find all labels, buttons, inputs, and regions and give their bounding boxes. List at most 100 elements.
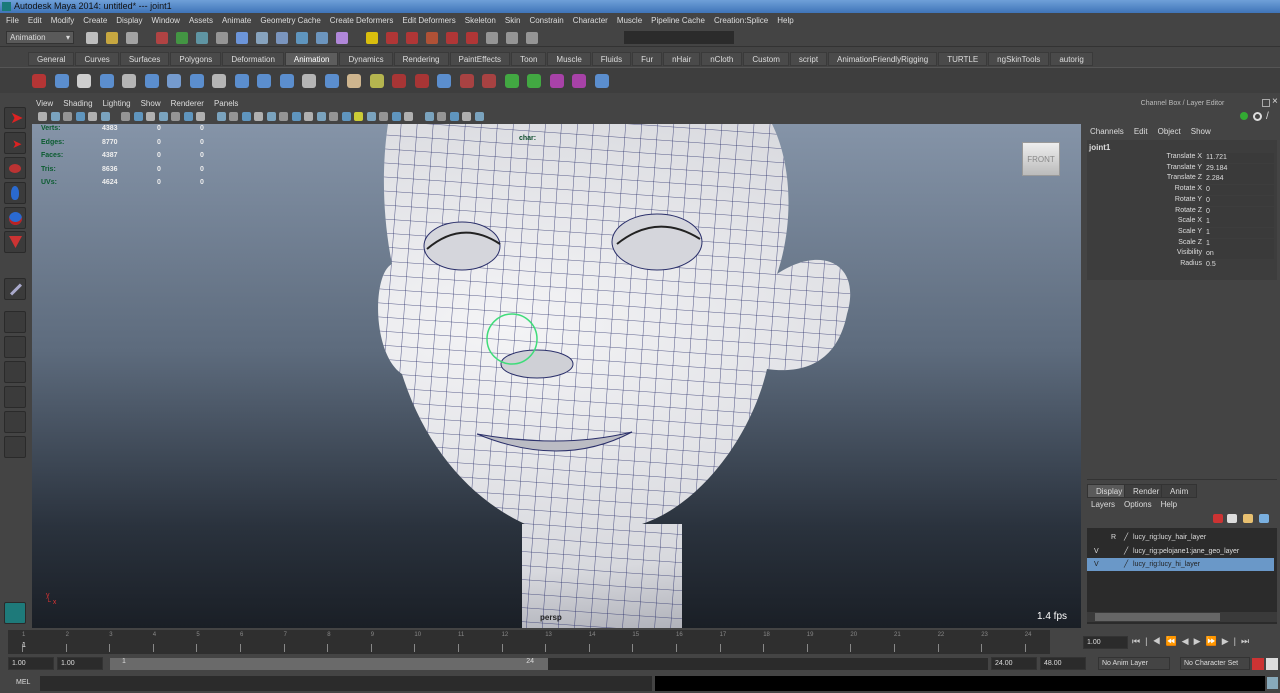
viewport-tool-icon[interactable] bbox=[216, 112, 226, 121]
shelf-tab-autorig[interactable]: autorig bbox=[1050, 52, 1093, 66]
layout-outliner-icon[interactable] bbox=[4, 386, 26, 408]
shelf-button-icon[interactable] bbox=[32, 74, 46, 88]
current-frame-marker[interactable]: 1 bbox=[22, 642, 26, 649]
auto-key-icon[interactable] bbox=[1252, 658, 1264, 670]
joint-tool-icon[interactable] bbox=[4, 278, 26, 300]
status-tool-icon[interactable] bbox=[366, 32, 378, 44]
shelf-tab-fur[interactable]: Fur bbox=[632, 52, 663, 66]
channel-label[interactable]: Translate Y bbox=[1167, 164, 1202, 171]
channel-menu-object[interactable]: Object bbox=[1158, 127, 1181, 136]
menu-skeleton[interactable]: Skeleton bbox=[465, 13, 496, 29]
pin-icon[interactable]: / bbox=[1266, 111, 1269, 122]
channel-value[interactable]: on bbox=[1204, 249, 1274, 260]
status-tool-icon[interactable] bbox=[526, 32, 538, 44]
layer-scrollbar[interactable] bbox=[1087, 612, 1277, 622]
channel-label[interactable]: Radius bbox=[1180, 260, 1202, 267]
viewport-menu-view[interactable]: View bbox=[36, 98, 53, 110]
viewport-tool-icon[interactable] bbox=[391, 112, 401, 121]
viewport-tool-icon[interactable] bbox=[341, 112, 351, 121]
viewport-menu-show[interactable]: Show bbox=[141, 98, 161, 110]
viewport-tool-icon[interactable] bbox=[474, 112, 484, 121]
shelf-tab-animationfriendlyrigging[interactable]: AnimationFriendlyRigging bbox=[828, 52, 938, 66]
range-bar[interactable]: 1 24 bbox=[110, 658, 548, 670]
shelf-tab-ncloth[interactable]: nCloth bbox=[701, 52, 743, 66]
viewport-tool-icon[interactable] bbox=[88, 112, 97, 121]
channel-value[interactable]: 0 bbox=[1204, 206, 1274, 217]
quick-input-field[interactable] bbox=[624, 31, 734, 44]
menu-modify[interactable]: Modify bbox=[51, 13, 75, 29]
shelf-button-icon[interactable] bbox=[189, 74, 204, 88]
menu-display[interactable]: Display bbox=[116, 13, 142, 29]
channel-value[interactable]: 0 bbox=[1204, 195, 1274, 206]
menu-help[interactable]: Help bbox=[777, 13, 793, 29]
menu-edit[interactable]: Edit bbox=[28, 13, 42, 29]
status-tool-icon[interactable] bbox=[296, 32, 308, 44]
shelf-tab-animation[interactable]: Animation bbox=[284, 52, 339, 66]
command-input[interactable] bbox=[40, 676, 652, 691]
shelf-button-icon[interactable] bbox=[257, 74, 271, 88]
viewport-tool-icon[interactable] bbox=[75, 112, 85, 121]
viewport-tool-icon[interactable] bbox=[424, 112, 434, 121]
new-layer-selected-icon[interactable] bbox=[1213, 514, 1223, 523]
channel-label[interactable]: Scale X bbox=[1178, 217, 1202, 224]
layout-four-icon[interactable] bbox=[4, 336, 26, 358]
layer-row[interactable]: V ╱ lucy_rig:lucy_hi_layer bbox=[1087, 558, 1274, 571]
status-tool-icon[interactable] bbox=[446, 32, 458, 44]
viewport-tool-icon[interactable] bbox=[158, 112, 168, 121]
time-slider[interactable]: 1 2 3 4 5 6 7 8 9 10 11 12 13 14 15 16 17 18 19 20 21 22 23 24 1… bbox=[0, 628, 1280, 656]
status-tool-icon[interactable] bbox=[406, 32, 418, 44]
menu-creation-splice[interactable]: Creation:Splice bbox=[714, 13, 768, 29]
float-icon[interactable] bbox=[1262, 99, 1270, 107]
status-tool-icon[interactable] bbox=[216, 32, 228, 44]
shelf-button-icon[interactable] bbox=[572, 74, 586, 88]
layer-color-icon[interactable]: ╱ bbox=[1124, 531, 1128, 544]
status-tool-icon[interactable] bbox=[506, 32, 518, 44]
shelf-tab-toon[interactable]: Toon bbox=[511, 52, 547, 66]
shelf-button-icon[interactable] bbox=[99, 74, 114, 88]
shelf-button-icon[interactable] bbox=[369, 74, 384, 88]
viewport-tool-icon[interactable] bbox=[437, 112, 446, 121]
playback-start-field[interactable]: 1.00 bbox=[57, 657, 103, 670]
viewport-menu-shading[interactable]: Shading bbox=[63, 98, 92, 110]
shelf-tab-nhair[interactable]: nHair bbox=[663, 52, 701, 66]
channel-value[interactable]: 1 bbox=[1204, 217, 1274, 228]
channel-value[interactable]: 1 bbox=[1204, 227, 1274, 238]
shelf-button-icon[interactable] bbox=[482, 74, 496, 88]
status-tool-icon[interactable] bbox=[256, 32, 268, 44]
menu-create[interactable]: Create bbox=[83, 13, 107, 29]
channel-label[interactable]: Rotate Z bbox=[1175, 207, 1202, 214]
menu-muscle[interactable]: Muscle bbox=[617, 13, 642, 29]
layout-side-icon[interactable] bbox=[4, 361, 26, 383]
viewport-tool-icon[interactable] bbox=[449, 112, 459, 121]
viewport-tool-icon[interactable] bbox=[291, 112, 301, 121]
shelf-button-icon[interactable] bbox=[167, 74, 181, 88]
menu-set-dropdown[interactable]: Animation ▾ bbox=[6, 31, 74, 44]
channel-menu-show[interactable]: Show bbox=[1191, 127, 1211, 136]
add-member-icon[interactable] bbox=[1243, 514, 1253, 523]
shelf-tab-deformation[interactable]: Deformation bbox=[222, 52, 284, 66]
status-tool-icon[interactable] bbox=[336, 32, 348, 44]
shelf-button-icon[interactable] bbox=[392, 74, 406, 88]
viewport-tool-icon[interactable] bbox=[279, 112, 288, 121]
channel-value[interactable]: 29.184 bbox=[1204, 163, 1274, 174]
status-tool-icon[interactable] bbox=[386, 32, 398, 44]
preferences-icon[interactable] bbox=[1266, 658, 1278, 670]
viewport-tool-icon[interactable] bbox=[266, 112, 276, 121]
viewport-tool-icon[interactable] bbox=[146, 112, 155, 121]
viewport-tool-icon[interactable] bbox=[183, 112, 193, 121]
status-tool-icon[interactable] bbox=[176, 32, 188, 44]
shelf-button-icon[interactable] bbox=[122, 74, 136, 88]
layer-tab-anim[interactable]: Anim bbox=[1161, 484, 1198, 498]
3d-view[interactable]: Verts: 4383 0 0 Edges: 8770 0 0 Faces: 4387 0 0 Tris… bbox=[32, 124, 1081, 628]
menu-file[interactable]: File bbox=[6, 13, 19, 29]
channel-label[interactable]: Scale Z bbox=[1178, 239, 1202, 246]
end-time-field[interactable]: 48.00 bbox=[1040, 657, 1086, 670]
layer-row[interactable]: R ╱ lucy_rig:lucy_hair_layer bbox=[1087, 531, 1274, 544]
shelf-button-icon[interactable] bbox=[77, 74, 91, 88]
menu-edit-deformers[interactable]: Edit Deformers bbox=[402, 13, 455, 29]
maya-home-icon[interactable] bbox=[4, 602, 26, 624]
status-tool-icon[interactable] bbox=[316, 32, 328, 44]
channel-label[interactable]: Rotate Y bbox=[1175, 196, 1202, 203]
menu-create-deformers[interactable]: Create Deformers bbox=[330, 13, 394, 29]
script-editor-icon[interactable] bbox=[1267, 677, 1278, 689]
